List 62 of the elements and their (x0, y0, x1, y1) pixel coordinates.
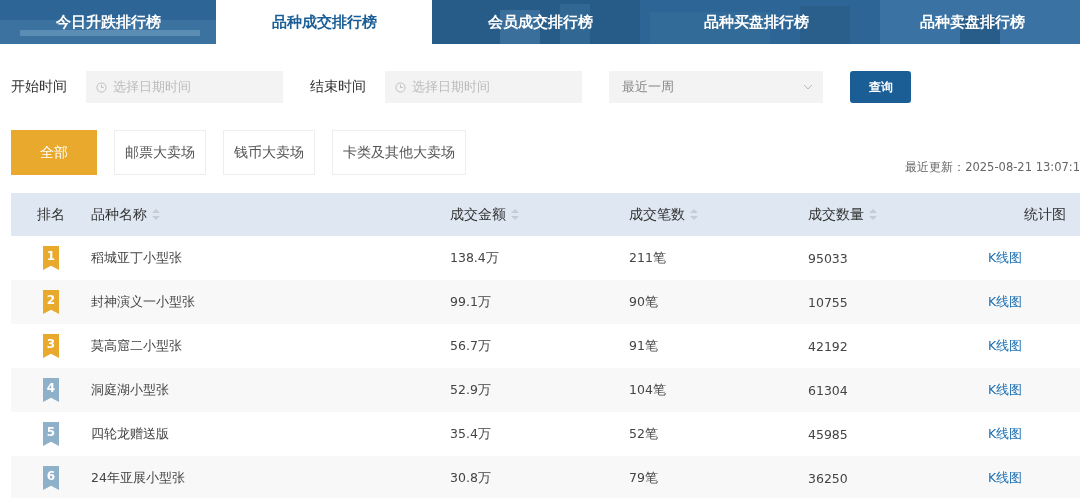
table-cell-text: 56.7万 (450, 337, 492, 355)
last-updated-text: 最近更新：2025-08-21 13:07:1 (905, 160, 1080, 175)
table-cell-text: 封神演义一小型张 (91, 293, 196, 311)
clock-icon (395, 81, 406, 93)
tab[interactable]: 会员成交排行榜 (432, 0, 648, 44)
table-cell-text: 138.4万 (450, 249, 500, 267)
tab[interactable]: 品种买盘排行榜 (648, 0, 864, 44)
rank-badge: 5 (43, 422, 59, 446)
table-cell-text: 45985 (808, 426, 849, 442)
table-cell-text: 莫高窟二小型张 (91, 337, 183, 355)
k-line-chart-link[interactable]: K线图 (988, 293, 1080, 311)
table-cell-text: 洞庭湖小型张 (91, 381, 170, 399)
table-cell-text: 52.9万 (450, 381, 492, 399)
k-line-chart-link[interactable]: K线图 (988, 249, 1080, 267)
chevron-down-icon (803, 84, 813, 90)
table-cell-text: 90笔 (629, 293, 659, 311)
sort-icon[interactable] (690, 209, 698, 220)
market-filter[interactable]: 邮票大卖场 (114, 130, 206, 175)
rank-badge: 4 (43, 378, 59, 402)
tab[interactable]: 品种卖盘排行榜 (864, 0, 1080, 44)
table-cell-text: 42192 (808, 338, 849, 354)
period-select[interactable]: 最近一周 (609, 71, 823, 103)
column-header: 成交笔数 (629, 205, 685, 224)
k-line-chart-link[interactable]: K线图 (988, 425, 1080, 443)
column-header: 品种名称 (91, 205, 147, 224)
column-header: 统计图 (1023, 205, 1066, 224)
query-button[interactable]: 查询 (850, 71, 911, 103)
rank-badge: 1 (43, 246, 59, 270)
table-cell-text: 30.8万 (450, 469, 492, 487)
table-cell-text: 36250 (808, 470, 849, 486)
table-cell-text: 91笔 (629, 337, 659, 355)
column-header: 成交金额 (450, 205, 506, 224)
market-filter[interactable]: 钱币大卖场 (223, 130, 315, 175)
clock-icon (96, 81, 107, 93)
table-cell-text: 104笔 (629, 381, 667, 399)
sort-icon[interactable] (152, 209, 160, 220)
table-cell-text: 52笔 (629, 425, 659, 443)
k-line-chart-link[interactable]: K线图 (988, 337, 1080, 355)
table-cell-text: 35.4万 (450, 425, 492, 443)
column-header: 成交数量 (808, 205, 864, 224)
table-cell-text: 24年亚展小型张 (91, 469, 186, 487)
table-cell-text: 79笔 (629, 469, 659, 487)
k-line-chart-link[interactable]: K线图 (988, 381, 1080, 399)
tab[interactable]: 今日升跌排行榜 (0, 0, 216, 44)
column-header: 排名 (37, 205, 65, 224)
table-cell-text: 61304 (808, 382, 849, 398)
rank-badge: 6 (43, 466, 59, 490)
table-cell-text: 稻城亚丁小型张 (91, 249, 183, 267)
rank-badge: 2 (43, 290, 59, 314)
rank-badge: 3 (43, 334, 59, 358)
start-time-label: 开始时间 (11, 78, 68, 96)
tab[interactable]: 品种成交排行榜 (216, 0, 432, 44)
table-cell-text: 99.1万 (450, 293, 492, 311)
end-time-label: 结束时间 (310, 78, 367, 96)
sort-icon[interactable] (869, 209, 877, 220)
table-cell-text: 四轮龙赠送版 (91, 425, 170, 443)
table-cell-text: 211笔 (629, 249, 667, 267)
table-cell-text: 10755 (808, 294, 849, 310)
k-line-chart-link[interactable]: K线图 (988, 469, 1080, 487)
market-filter[interactable]: 卡类及其他大卖场 (332, 130, 466, 175)
table-cell-text: 95033 (808, 250, 849, 266)
sort-icon[interactable] (511, 209, 519, 220)
